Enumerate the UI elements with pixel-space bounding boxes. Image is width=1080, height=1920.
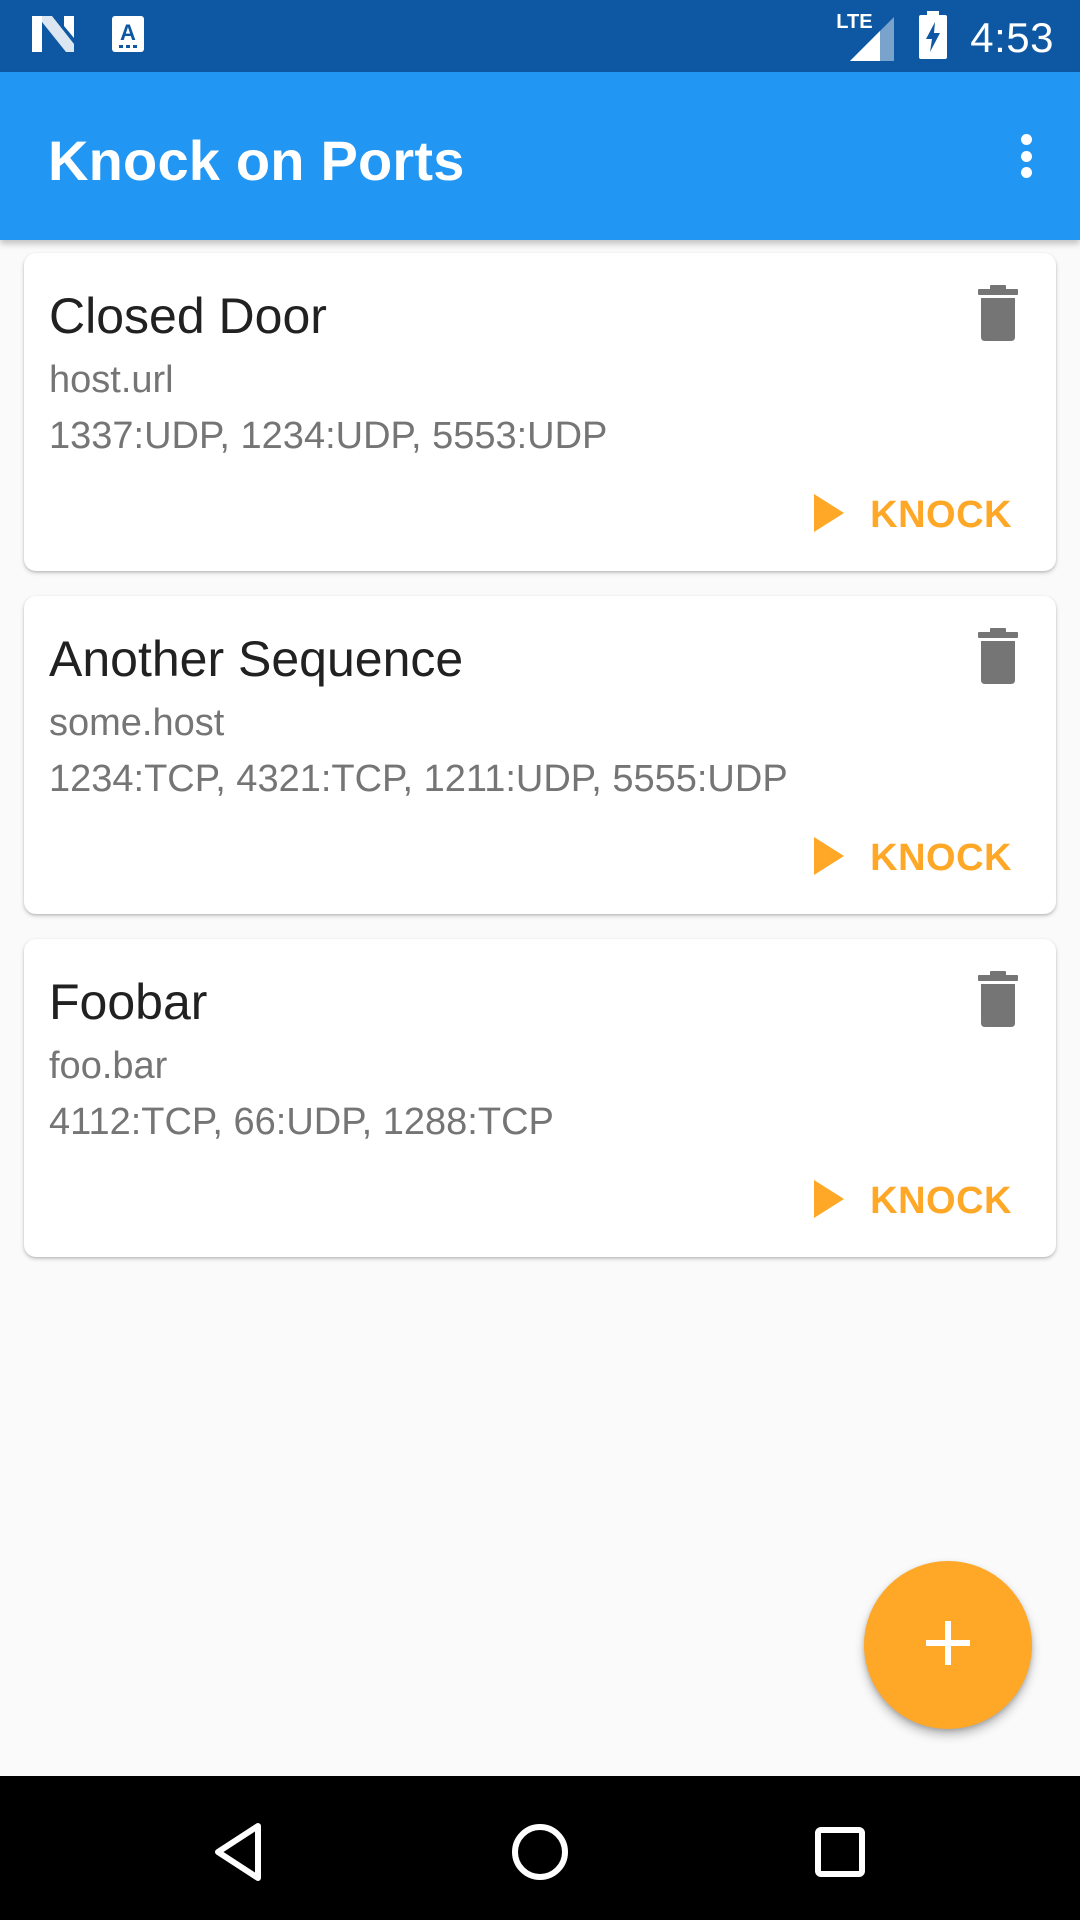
add-sequence-button[interactable] (864, 1561, 1032, 1729)
plus-icon (924, 1619, 972, 1672)
delete-icon[interactable] (974, 626, 1022, 686)
knock-button[interactable]: KNOCK (812, 489, 1012, 541)
knock-button[interactable]: KNOCK (812, 832, 1012, 884)
sequence-host: some.host (49, 702, 225, 744)
sequence-name: Closed Door (49, 288, 327, 344)
sequence-ports: 1234:TCP, 4321:TCP, 1211:UDP, 5555:UDP (49, 758, 788, 800)
keyboard-notification-icon: A (110, 14, 146, 59)
navigation-bar (0, 1776, 1080, 1920)
lte-signal-icon: LTE (836, 11, 896, 63)
sequence-name: Another Sequence (49, 631, 464, 687)
recents-icon[interactable] (800, 1812, 880, 1892)
sequence-host: host.url (49, 359, 174, 401)
sequence-ports: 4112:TCP, 66:UDP, 1288:TCP (49, 1101, 554, 1143)
n-notification-icon (30, 14, 76, 59)
play-icon (812, 492, 846, 539)
knock-label: KNOCK (870, 493, 1012, 536)
app-bar: Knock on Ports (0, 72, 1080, 240)
back-icon[interactable] (200, 1812, 280, 1892)
home-icon[interactable] (500, 1812, 580, 1892)
knock-label: KNOCK (870, 836, 1012, 879)
play-icon (812, 835, 846, 882)
battery-charging-icon (918, 10, 948, 65)
sequence-card[interactable]: Foobar foo.bar 4112:TCP, 66:UDP, 1288:TC… (24, 939, 1056, 1257)
sequence-name: Foobar (49, 974, 208, 1030)
status-clock: 4:53 (970, 13, 1054, 61)
play-icon (812, 1178, 846, 1225)
svg-text:A: A (120, 20, 136, 45)
app-title: Knock on Ports (48, 129, 465, 192)
sequence-ports: 1337:UDP, 1234:UDP, 5553:UDP (49, 415, 608, 457)
sequence-card[interactable]: Closed Door host.url 1337:UDP, 1234:UDP,… (24, 253, 1056, 571)
knock-label: KNOCK (870, 1179, 1012, 1222)
delete-icon[interactable] (974, 283, 1022, 343)
delete-icon[interactable] (974, 969, 1022, 1029)
sequence-card[interactable]: Another Sequence some.host 1234:TCP, 432… (24, 596, 1056, 914)
knock-button[interactable]: KNOCK (812, 1175, 1012, 1227)
status-bar: A LTE 4:53 (0, 0, 1080, 72)
sequence-host: foo.bar (49, 1045, 168, 1087)
more-vert-icon[interactable] (1002, 126, 1050, 186)
